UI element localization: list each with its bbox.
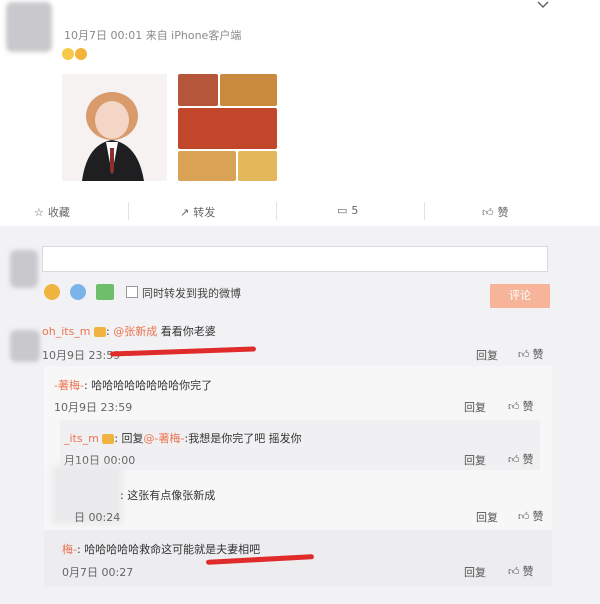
comment-count: 5 (351, 204, 359, 217)
like-button[interactable]: 👍︎ 赞 (482, 204, 509, 220)
topic-icon[interactable] (70, 284, 86, 300)
thumbs-up-icon: 👍︎ (508, 399, 520, 413)
like-label: 赞 (497, 206, 509, 219)
reply-line: _its_m : 回复@-著梅-:我想是你完了吧 摇发你 (64, 432, 302, 445)
reply-text: 哈哈哈哈哈哈哈哈你完了 (91, 379, 213, 392)
commenter-username[interactable]: oh_its_m (42, 325, 91, 338)
reply-username[interactable]: _its_m (64, 432, 99, 445)
commenter-avatar[interactable] (10, 330, 40, 362)
chevron-down-icon[interactable] (536, 0, 550, 10)
reply-time: 10月9日 23:59 (54, 401, 133, 414)
comment-like-button[interactable]: 👍︎ 赞 (518, 346, 544, 362)
reply-time: 日 00:24 (74, 511, 121, 524)
member-badge-icon (102, 434, 115, 444)
post-action-bar: ☆ 收藏 ↗ 转发 ▭ 5 👍︎ 赞 (0, 196, 600, 226)
divider (128, 202, 129, 220)
reply-like-button[interactable]: 👍︎ 赞 (508, 451, 534, 467)
divider (424, 202, 425, 220)
favorite-button[interactable]: ☆ 收藏 (34, 204, 70, 220)
post-photo-food-1[interactable] (178, 74, 218, 106)
post-photo-food-5[interactable] (238, 151, 277, 181)
post-photo-food-2[interactable] (220, 74, 277, 106)
mention-link[interactable]: @-著梅- (144, 432, 185, 445)
emoji-picker-icon[interactable] (44, 284, 60, 300)
favorite-label: 收藏 (47, 206, 70, 219)
reply-like-button[interactable]: 👍︎ 赞 (518, 508, 544, 524)
reply-like-button[interactable]: 👍︎ 赞 (508, 563, 534, 579)
member-badge-icon (94, 327, 107, 337)
thumbs-up-icon: 👍︎ (508, 452, 520, 466)
reply-prefix: 回复 (121, 432, 144, 445)
thumbs-up-icon: 👍︎ (482, 205, 494, 219)
post-time-source: 10月7日 00:01 来自 iPhone客户端 (64, 29, 242, 42)
divider (276, 202, 277, 220)
reply-line: : 这张有点像张新成 (120, 489, 216, 502)
comment-text: 看看你老婆 (160, 325, 216, 338)
reply-button[interactable]: 回复 (464, 399, 486, 415)
comment-button[interactable]: ▭ 5 (337, 204, 358, 217)
image-icon[interactable] (96, 284, 114, 300)
reply-button[interactable]: 回复 (464, 564, 486, 580)
my-avatar (10, 250, 38, 288)
reply-line: -著梅-: 哈哈哈哈哈哈哈哈你完了 (54, 379, 213, 392)
comment-icon: ▭ (337, 204, 348, 217)
main-comment-line: oh_its_m : @张新成 看看你老婆 (42, 325, 216, 338)
thumbs-up-icon: 👍︎ (518, 347, 530, 361)
repost-button[interactable]: ↗ 转发 (180, 204, 215, 220)
post-emoji (62, 47, 88, 60)
smirk-emoji-icon (75, 48, 87, 60)
repost-checkbox[interactable] (126, 286, 138, 298)
submit-comment-button[interactable]: 评论 (490, 284, 550, 308)
thumbs-up-icon: 👍︎ (518, 509, 530, 523)
reply-like-button[interactable]: 👍︎ 赞 (508, 398, 534, 414)
reply-time: 0月7日 00:27 (62, 566, 134, 579)
mention-link[interactable]: @张新成 (113, 325, 157, 338)
post-photo-portrait[interactable] (62, 74, 167, 181)
also-repost-label: 同时转发到我的微博 (142, 287, 241, 300)
reply-text: 这张有点像张新成 (127, 489, 216, 502)
reply-username[interactable]: -著梅- (54, 379, 84, 392)
reply-line: 梅-: 哈哈哈哈哈救命这可能就是夫妻相吧 (62, 543, 261, 556)
star-icon: ☆ (34, 205, 44, 219)
reply-button[interactable]: 回复 (464, 452, 486, 468)
poster-avatar[interactable] (6, 2, 52, 52)
post-photo-food-3[interactable] (178, 108, 277, 149)
reply-text: 哈哈哈哈哈救命这可能就是夫妻相吧 (84, 543, 261, 556)
repost-label: 转发 (193, 206, 216, 219)
grin-emoji-icon (62, 48, 74, 60)
reply-button[interactable]: 回复 (476, 509, 498, 525)
comment-input[interactable] (42, 246, 548, 272)
reply-username[interactable]: 梅- (62, 543, 77, 556)
comment-time: 10月9日 23:59 (42, 349, 121, 362)
repost-icon: ↗ (180, 205, 190, 219)
reply-text: :我想是你完了吧 摇发你 (184, 432, 302, 445)
reply-button[interactable]: 回复 (476, 347, 498, 363)
post-photo-food-4[interactable] (178, 151, 236, 181)
thumbs-up-icon: 👍︎ (508, 564, 520, 578)
